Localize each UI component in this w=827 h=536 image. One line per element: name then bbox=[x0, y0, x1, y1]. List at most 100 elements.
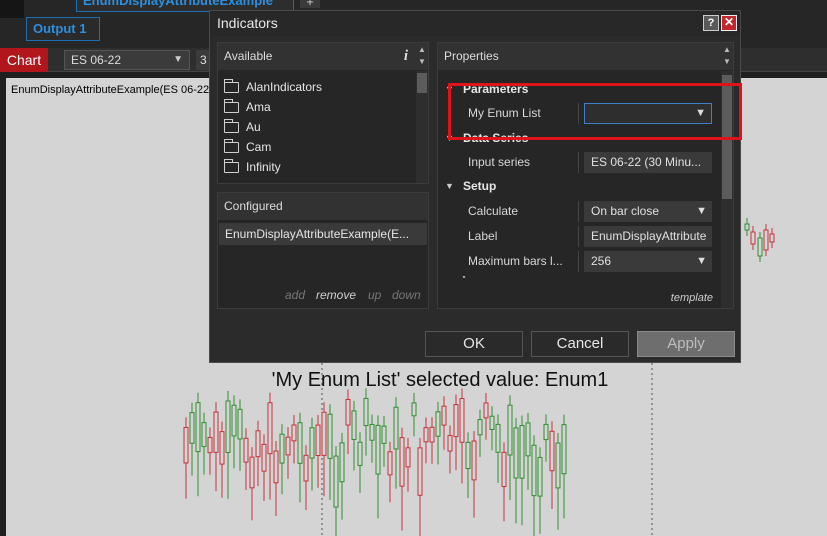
workspace-tab-label: EnumDisplayAttributeExample bbox=[83, 0, 273, 8]
scrollbar-thumb[interactable] bbox=[417, 73, 427, 93]
candle bbox=[513, 417, 519, 524]
dropdown-value: On bar close bbox=[591, 204, 660, 218]
template-link[interactable]: template bbox=[671, 292, 713, 304]
list-item-label: Cam bbox=[246, 140, 272, 154]
indicators-dialog: Indicators ? ✕ Available i ▲ ▼ AlanIndic… bbox=[209, 10, 742, 363]
property-name: Input series bbox=[468, 155, 531, 169]
candle bbox=[297, 412, 303, 503]
candle bbox=[537, 447, 543, 534]
candle bbox=[255, 420, 261, 486]
instrument-selector[interactable]: ES 06-22 ▼ bbox=[64, 50, 190, 70]
configured-header: Configured bbox=[218, 193, 428, 220]
candle bbox=[393, 397, 399, 489]
candle bbox=[459, 388, 465, 484]
folder-icon bbox=[224, 119, 239, 133]
list-item[interactable]: AlanIndicators bbox=[224, 77, 322, 97]
candle bbox=[339, 432, 345, 520]
list-item-label: Ama bbox=[246, 100, 271, 114]
add-button[interactable]: add bbox=[285, 288, 305, 302]
candle bbox=[507, 395, 513, 501]
info-icon[interactable]: i bbox=[404, 43, 408, 70]
list-item[interactable]: Ama bbox=[224, 97, 322, 117]
candle bbox=[261, 434, 267, 501]
candle bbox=[519, 415, 525, 526]
candle bbox=[763, 224, 769, 256]
candle bbox=[423, 417, 429, 464]
list-item[interactable]: Cam bbox=[224, 137, 322, 157]
candle bbox=[435, 401, 441, 465]
scroll-down-icon[interactable]: ▼ bbox=[416, 57, 428, 66]
down-button[interactable]: down bbox=[392, 288, 421, 302]
candle bbox=[285, 427, 291, 479]
list-item-label: Au bbox=[246, 120, 261, 134]
calculate-dropdown[interactable]: On bar close ▼ bbox=[584, 201, 712, 222]
candle bbox=[201, 412, 207, 475]
candle bbox=[447, 425, 453, 474]
list-item[interactable]: Au bbox=[224, 117, 322, 137]
candle bbox=[195, 392, 201, 497]
max-bars-stepper[interactable]: 256 ▼ bbox=[584, 251, 712, 272]
dialog-title: Indicators bbox=[217, 15, 278, 31]
scroll-up-icon[interactable]: ▲ bbox=[721, 45, 733, 54]
list-item[interactable]: Infinity bbox=[224, 157, 322, 177]
chart-tab[interactable]: Chart bbox=[0, 48, 48, 72]
property-calculate: Calculate On bar close ▼ bbox=[438, 199, 720, 223]
configured-item[interactable]: EnumDisplayAttributeExample(E... bbox=[219, 223, 427, 245]
candle bbox=[525, 412, 531, 490]
remove-button[interactable]: remove bbox=[316, 288, 356, 302]
candle bbox=[249, 447, 255, 521]
dialog-title-bar[interactable]: Indicators ? ✕ bbox=[210, 11, 740, 36]
property-max-bars: Maximum bars l... 256 ▼ bbox=[438, 249, 720, 273]
candle bbox=[333, 446, 339, 536]
candle bbox=[531, 435, 537, 536]
close-icon[interactable]: ✕ bbox=[721, 15, 737, 31]
up-button[interactable]: up bbox=[368, 288, 381, 302]
candle bbox=[219, 421, 225, 498]
scroll-up-icon[interactable]: ▲ bbox=[416, 45, 428, 54]
available-list: AlanIndicators Ama Au Cam Infinity bbox=[224, 77, 322, 177]
apply-button[interactable]: Apply bbox=[637, 331, 735, 357]
candle bbox=[309, 417, 315, 491]
candle bbox=[471, 431, 477, 518]
cancel-button[interactable]: Cancel bbox=[531, 331, 629, 357]
property-name: Maximum bars l... bbox=[468, 254, 563, 268]
ok-button[interactable]: OK bbox=[425, 331, 523, 357]
candle bbox=[351, 400, 357, 471]
candle bbox=[273, 441, 279, 516]
column-divider bbox=[578, 251, 579, 272]
scroll-down-icon[interactable]: ▼ bbox=[721, 57, 733, 66]
input-series-field[interactable]: ES 06-22 (30 Minu... bbox=[584, 152, 712, 173]
configured-pane: Configured EnumDisplayAttributeExample(E… bbox=[217, 192, 429, 309]
candle bbox=[769, 228, 775, 248]
candle bbox=[387, 441, 393, 503]
candle bbox=[375, 415, 381, 519]
category-setup[interactable]: ▼ Setup bbox=[438, 174, 720, 198]
candle bbox=[399, 427, 405, 531]
list-item-label: AlanIndicators bbox=[246, 80, 323, 94]
candle bbox=[225, 391, 231, 499]
candle bbox=[744, 218, 750, 236]
add-tab-button[interactable]: + bbox=[300, 0, 320, 8]
candle bbox=[441, 396, 447, 450]
column-divider bbox=[578, 152, 579, 173]
output-tab[interactable]: Output 1 bbox=[26, 17, 100, 41]
available-scrollbar[interactable] bbox=[416, 71, 428, 183]
candle bbox=[453, 394, 459, 471]
candle bbox=[757, 232, 763, 262]
label-input[interactable]: EnumDisplayAttribute bbox=[584, 226, 712, 247]
candle bbox=[495, 414, 501, 483]
property-name: Calculate bbox=[468, 204, 519, 218]
interval-selector[interactable]: 3 bbox=[196, 50, 210, 70]
candle bbox=[750, 226, 756, 250]
candle bbox=[345, 389, 351, 455]
candle bbox=[231, 395, 237, 469]
candle bbox=[411, 392, 417, 437]
help-icon[interactable]: ? bbox=[703, 15, 719, 31]
enum-value-message: 'My Enum List' selected value: Enum1 bbox=[271, 369, 609, 391]
available-title: Available bbox=[224, 49, 273, 63]
folder-icon bbox=[224, 139, 239, 153]
candle bbox=[417, 437, 423, 536]
candle bbox=[369, 414, 375, 463]
collapse-arrow-icon[interactable]: ▼ bbox=[445, 174, 454, 198]
folder-icon bbox=[224, 99, 239, 113]
